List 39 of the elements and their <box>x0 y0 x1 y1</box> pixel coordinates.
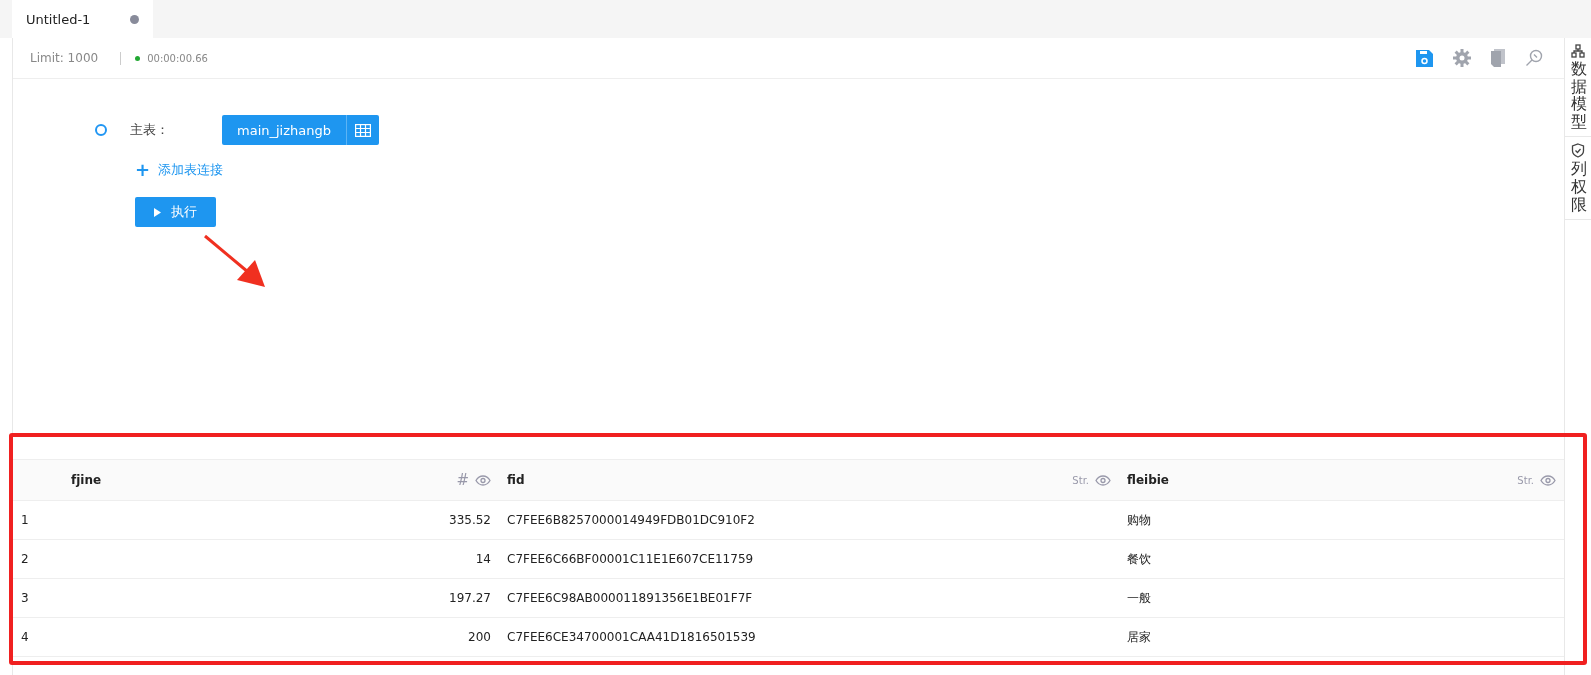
table-icon <box>355 123 371 137</box>
table-cell: C7FEE6CE34700001CAA41D1816501539 <box>499 617 1119 657</box>
type-label: Str. <box>1517 474 1534 486</box>
row-number: 1 <box>13 500 63 540</box>
main-table-label: 主表： <box>130 121 170 139</box>
table-cell: C7FEE6B8257000014949FDB01DC910F2 <box>499 500 1119 540</box>
column-header[interactable]: fid <box>507 473 1067 487</box>
copy-icon[interactable] <box>1491 49 1505 67</box>
type-label: # <box>456 471 469 489</box>
limit-label: Limit: 1000 <box>30 51 99 65</box>
table-cell: 一般 <box>1119 578 1564 618</box>
column-header[interactable]: fleibie <box>1127 473 1512 487</box>
node-circle-icon <box>95 124 107 136</box>
table-cell: 餐饮 <box>1119 539 1564 579</box>
table-cell: C7FEE6C66BF00001C11E1E607CE11759 <box>499 539 1119 579</box>
column-header[interactable]: fjine <box>71 473 451 487</box>
eye-icon[interactable] <box>475 474 491 486</box>
table-cell: 197.27 <box>63 578 499 618</box>
eye-icon[interactable] <box>1095 474 1111 486</box>
shield-icon <box>1571 143 1585 159</box>
table-cell: 14 <box>63 539 499 579</box>
row-number: 3 <box>13 578 63 618</box>
row-number: 4 <box>13 617 63 657</box>
table-cell: 335.52 <box>63 500 499 540</box>
elapsed-time: 00:00:00.66 <box>147 52 208 64</box>
hierarchy-icon <box>1571 44 1585 58</box>
type-label: Str. <box>1072 474 1089 486</box>
table-cell: C7FEE6C98AB000011891356E1BE01F7F <box>499 578 1119 618</box>
search-icon[interactable] <box>1525 49 1543 67</box>
table-cell: 居家 <box>1119 617 1564 657</box>
status-dot <box>135 55 141 61</box>
table-cell: 购物 <box>1119 500 1564 540</box>
save-icon[interactable] <box>1416 49 1433 67</box>
eye-icon[interactable] <box>1540 474 1556 486</box>
settings-icon[interactable] <box>1453 49 1471 67</box>
row-number: 2 <box>13 539 63 579</box>
file-tab[interactable]: Untitled-1 <box>12 0 154 38</box>
table-cell: 200 <box>63 617 499 657</box>
play-icon <box>154 207 161 217</box>
